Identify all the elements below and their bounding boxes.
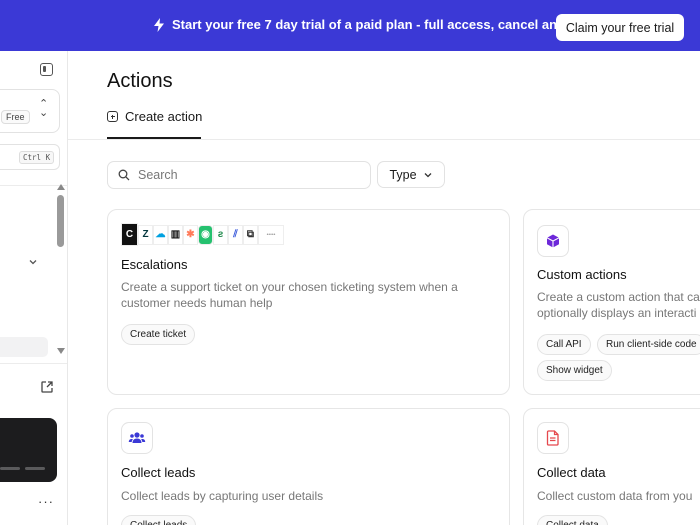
card-title: Collect data: [537, 465, 606, 480]
card-description: Create a custom action that ca: [537, 290, 700, 304]
plan-badge: Free: [1, 110, 30, 124]
card-title: Custom actions: [537, 267, 627, 282]
trial-banner: Start your free 7 day trial of a paid pl…: [0, 0, 700, 51]
search-icon: [118, 169, 130, 181]
banner-message: Start your free 7 day trial of a paid pl…: [153, 17, 595, 32]
more-integrations-icon: •••••: [258, 224, 284, 245]
linear-icon: ⫽: [228, 224, 243, 245]
gorgias-icon: ƨ: [213, 224, 228, 245]
card-title: Escalations: [121, 257, 188, 272]
icon-box: [537, 422, 569, 454]
integration-logos: C Z ☁ ▥ ✱ ◉ ƨ ⫽ ⧉ •••••: [121, 223, 284, 246]
chevron-down-icon[interactable]: [28, 257, 38, 267]
card-collect-data[interactable]: Collect data Collect custom data from yo…: [523, 408, 700, 525]
search-input[interactable]: [138, 168, 338, 182]
zendesk-icon: Z: [138, 224, 153, 245]
chip-collect-leads: Collect leads: [121, 515, 197, 525]
chip-run-client-side-code: Run client-side code: [597, 334, 700, 355]
card-description: optionally displays an interacti: [537, 306, 697, 320]
tab-create-action[interactable]: Create action: [107, 109, 202, 124]
icon-box: [121, 422, 153, 454]
card-custom-actions[interactable]: Custom actions Create a custom action th…: [523, 209, 700, 395]
chip-create-ticket: Create ticket: [121, 324, 196, 345]
video-progress-segment: [25, 467, 45, 470]
sidebar-toggle-icon[interactable]: [40, 63, 53, 76]
claim-trial-button[interactable]: Claim your free trial: [556, 14, 684, 41]
more-options-icon[interactable]: ···: [38, 494, 54, 509]
card-collect-leads[interactable]: Collect leads Collect leads by capturing…: [107, 408, 510, 525]
scroll-down-arrow-icon[interactable]: [57, 348, 65, 354]
users-icon: [128, 432, 146, 443]
hubspot-icon: ✱: [183, 224, 198, 245]
external-link-icon[interactable]: [40, 380, 54, 394]
main-content: Actions Create action Type C Z ☁ ▥ ✱ ◉ ƨ…: [68, 51, 700, 525]
card-description: Collect leads by capturing user details: [121, 489, 324, 503]
type-filter-dropdown[interactable]: Type: [377, 161, 445, 188]
lightning-icon: [154, 17, 164, 32]
icon-box: [537, 225, 569, 257]
card-description: Collect custom data from you: [537, 489, 693, 503]
page-title: Actions: [107, 70, 173, 92]
front-icon: ⧉: [243, 224, 258, 245]
chevron-up-down-icon: ⌃ ⌄: [39, 98, 49, 119]
chevron-down-icon: [424, 172, 432, 177]
chip-collect-data: Collect data: [537, 515, 608, 525]
freshdesk-icon: ◉: [198, 224, 213, 245]
card-escalations[interactable]: C Z ☁ ▥ ✱ ◉ ƨ ⫽ ⧉ ••••• Escalations Crea…: [107, 209, 510, 395]
search-box[interactable]: [107, 161, 371, 189]
type-filter-label: Type: [389, 167, 417, 182]
card-description: customer needs human help: [121, 296, 273, 310]
workspace-selector[interactable]: Free ⌃ ⌄: [0, 89, 60, 133]
sidebar-search[interactable]: Ctrl K: [0, 144, 60, 170]
integration-logo-icon: C: [121, 223, 138, 246]
sidebar: Free ⌃ ⌄ Ctrl K ···: [0, 51, 68, 525]
banner-text: Start your free 7 day trial of a paid pl…: [172, 17, 595, 32]
card-description: Create a support ticket on your chosen t…: [121, 280, 458, 294]
sidebar-scrollbar-thumb[interactable]: [57, 195, 64, 247]
cube-icon: [546, 234, 560, 248]
plus-square-icon: [107, 111, 118, 122]
video-progress-segment: [0, 467, 20, 470]
chip-show-widget: Show widget: [537, 360, 612, 381]
sidebar-item-selected[interactable]: [0, 337, 48, 357]
chip-call-api: Call API: [537, 334, 591, 355]
card-title: Collect leads: [121, 465, 196, 480]
tab-label: Create action: [125, 109, 203, 124]
video-thumbnail[interactable]: [0, 418, 57, 482]
search-shortcut: Ctrl K: [19, 151, 55, 164]
scroll-up-arrow-icon[interactable]: [57, 184, 65, 190]
intercom-icon: ▥: [168, 224, 183, 245]
tabs-divider: [68, 139, 700, 140]
document-icon: [546, 430, 559, 446]
salesforce-icon: ☁: [153, 224, 168, 245]
sidebar-divider: [0, 363, 67, 364]
